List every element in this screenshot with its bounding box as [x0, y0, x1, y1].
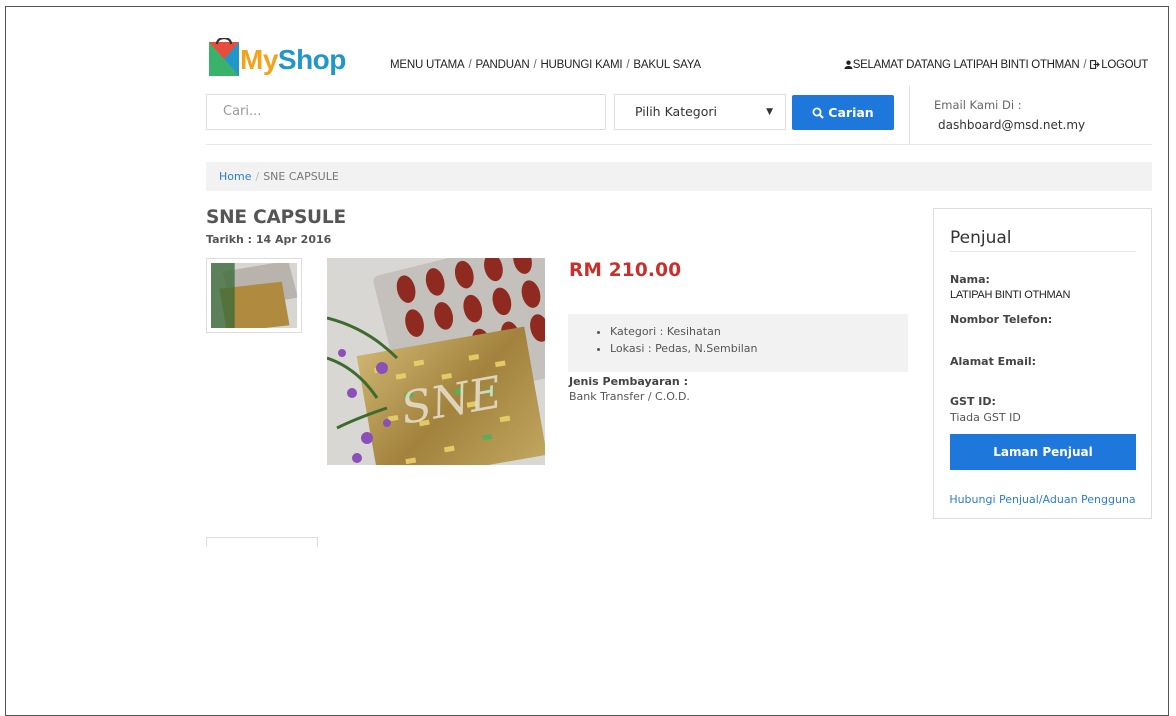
breadcrumb: Home / SNE CAPSULE: [206, 162, 1152, 191]
search-icon: [812, 107, 825, 119]
category-select[interactable]: Pilih Kategori ▼: [614, 94, 786, 130]
user-greeting[interactable]: SELAMAT DATANG LATIPAH BINTI OTHMAN: [853, 59, 1080, 71]
main-nav: MENU UTAMA / PANDUAN / HUBUNGI KAMI / BAKUL SA…: [390, 59, 701, 71]
user-nav: SELAMAT DATANG LATIPAH BINTI OTHMAN / LOGO…: [844, 59, 1148, 71]
chevron-down-icon: ▼: [766, 107, 773, 117]
seller-email-label: Alamat Email:: [950, 355, 1037, 368]
nav-bakul-saya[interactable]: BAKUL SAYA: [633, 59, 701, 71]
contact-email-label: Email Kami Di :: [934, 98, 1022, 112]
seller-gst-label: GST ID:: [950, 395, 996, 408]
brand-logo[interactable]: MyShop: [207, 38, 346, 78]
user-icon: [844, 60, 853, 69]
contact-seller-link[interactable]: Hubungi Penjual: [949, 493, 1039, 506]
seller-page-button[interactable]: Laman Penjual: [950, 434, 1136, 470]
seller-title: Penjual: [950, 228, 1012, 248]
product-details: Kategori : Kesihatan Lokasi : Pedas, N.S…: [568, 314, 908, 372]
product-image[interactable]: SNE: [327, 258, 545, 465]
seller-name: LATIPAH BINTI OTHMAN: [950, 289, 1071, 301]
seller-gst-value: Tiada GST ID: [950, 411, 1021, 424]
divider: [950, 251, 1136, 252]
payment-label: Jenis Pembayaran :: [569, 375, 688, 388]
seller-name-label: Nama:: [950, 273, 990, 286]
category-select-value: Pilih Kategori: [635, 104, 718, 119]
product-thumbnail-image: [211, 263, 297, 328]
shopping-bag-icon: [209, 38, 239, 76]
product-thumbnail[interactable]: [206, 258, 302, 333]
product-photo: SNE: [327, 258, 545, 465]
seller-links: Hubungi Penjual/Aduan Pengguna: [949, 493, 1136, 506]
contact-email[interactable]: dashboard@msd.net.my: [938, 118, 1085, 132]
product-date: Tarikh : 14 Apr 2016: [206, 233, 332, 246]
divider: [909, 86, 910, 144]
seller-panel: Penjual Nama: LATIPAH BINTI OTHMAN Nombo…: [933, 208, 1152, 519]
payment-value: Bank Transfer / C.O.D.: [569, 390, 690, 403]
seller-phone-label: Nombor Telefon:: [950, 313, 1053, 326]
logout-link[interactable]: LOGOUT: [1090, 59, 1148, 71]
search-input[interactable]: Cari...: [206, 94, 606, 130]
breadcrumb-current: SNE CAPSULE: [263, 170, 339, 183]
breadcrumb-home-link[interactable]: Home: [219, 170, 251, 183]
nav-panduan[interactable]: PANDUAN: [475, 59, 529, 71]
tab-stub: [206, 537, 318, 547]
product-price: RM 210.00: [569, 260, 682, 281]
divider: [206, 144, 1152, 145]
product-title: SNE CAPSULE: [206, 207, 346, 228]
nav-menu-utama[interactable]: MENU UTAMA: [390, 59, 465, 71]
report-link[interactable]: Aduan Pengguna: [1043, 493, 1136, 506]
product-location: Lokasi : Pedas, N.Sembilan: [610, 340, 908, 357]
logo-text: MyShop: [240, 44, 346, 75]
product-category: Kategori : Kesihatan: [610, 323, 908, 340]
search-button[interactable]: Carian: [792, 95, 894, 130]
logout-icon: [1090, 60, 1101, 69]
nav-hubungi-kami[interactable]: HUBUNGI KAMI: [540, 59, 622, 71]
